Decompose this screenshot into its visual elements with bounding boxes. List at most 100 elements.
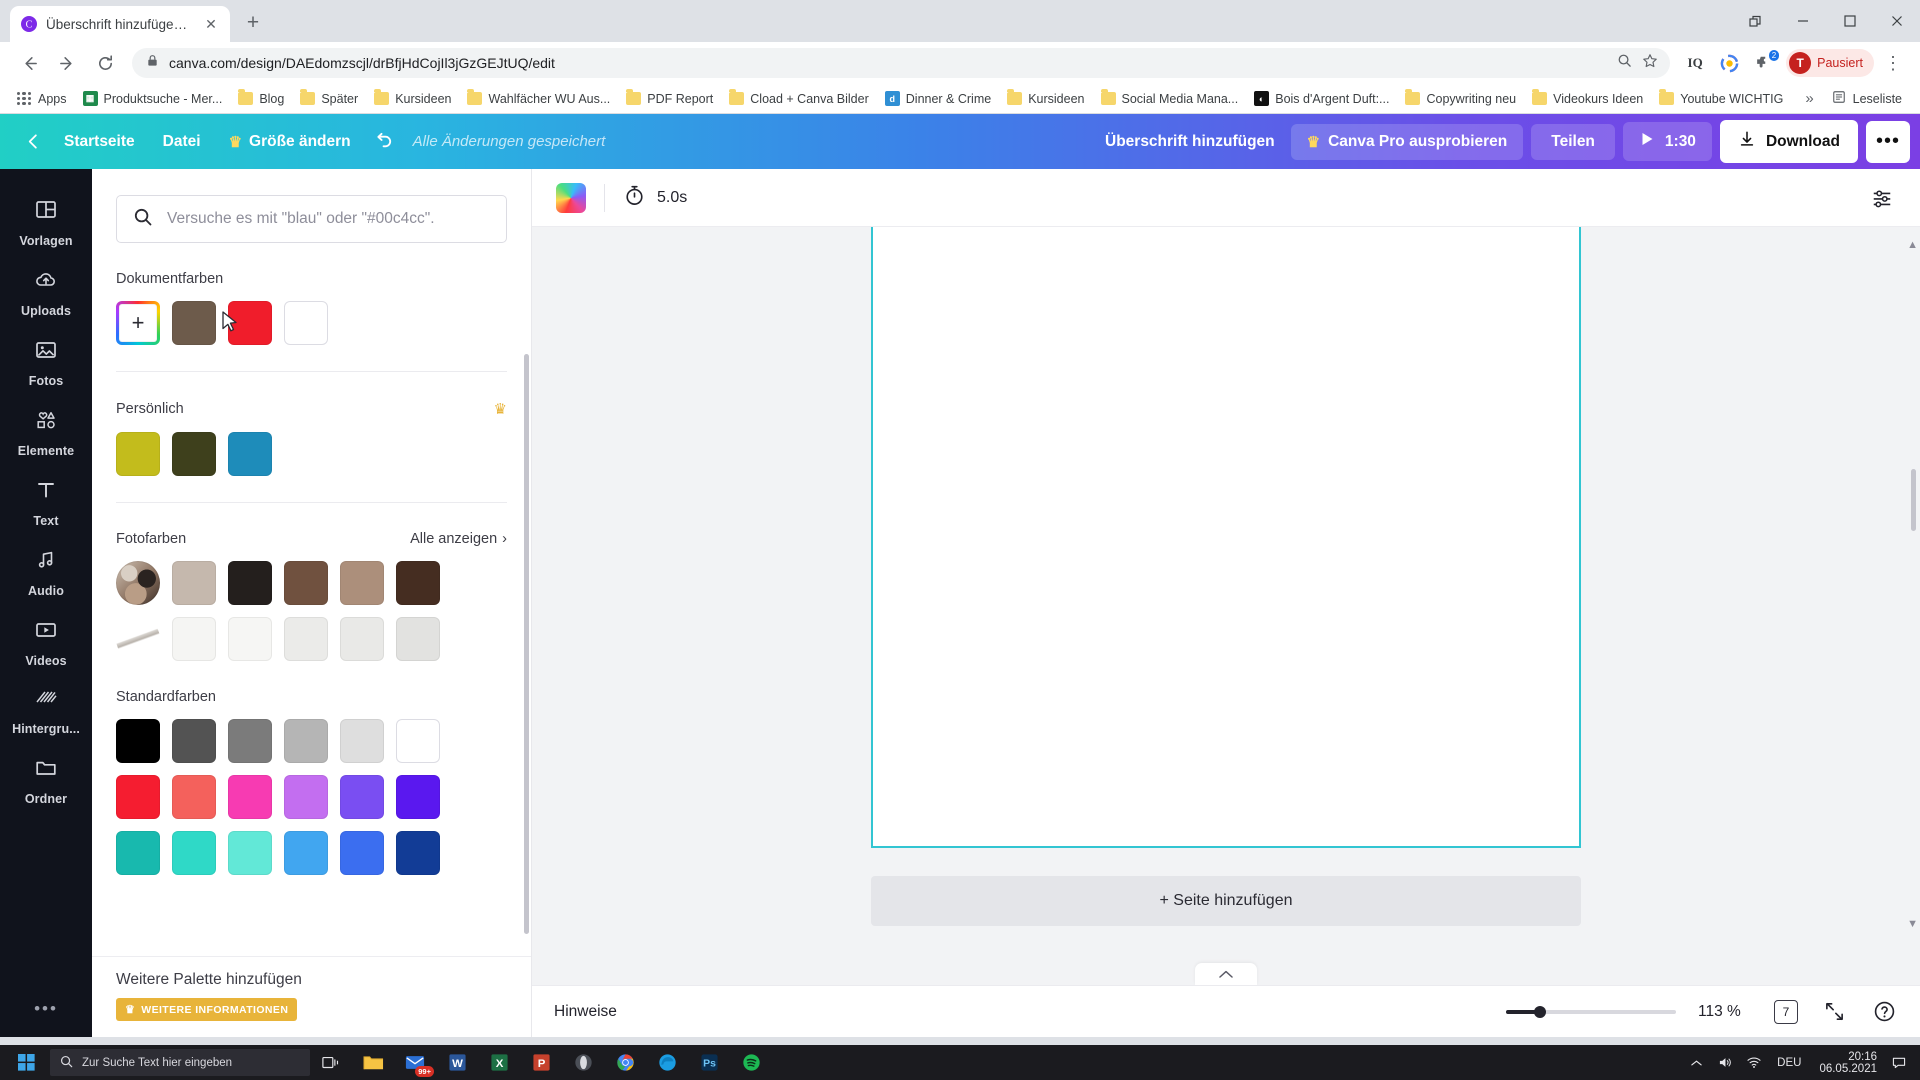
color-swatch[interactable]	[116, 831, 160, 875]
home-button[interactable]: Startseite	[50, 125, 149, 159]
resize-button[interactable]: ♛ Größe ändern	[215, 125, 365, 159]
spotify-icon[interactable]	[730, 1045, 772, 1080]
word-icon[interactable]: W	[436, 1045, 478, 1080]
language-indicator[interactable]: DEU	[1770, 1057, 1808, 1069]
zoom-slider-knob[interactable]	[1534, 1005, 1546, 1018]
sidebar-item-uploads[interactable]: Uploads	[0, 257, 92, 327]
powerpoint-icon[interactable]: P	[520, 1045, 562, 1080]
color-swatch[interactable]	[396, 561, 440, 605]
mail-icon[interactable]: 99+	[394, 1045, 436, 1080]
color-swatch[interactable]	[228, 831, 272, 875]
iq-extension-icon[interactable]: IQ	[1680, 48, 1710, 78]
color-swatch[interactable]	[172, 719, 216, 763]
forward-icon[interactable]	[50, 46, 84, 80]
edge-icon[interactable]	[646, 1045, 688, 1080]
present-button[interactable]: 1:30	[1622, 122, 1712, 161]
sidebar-item-hintergrund[interactable]: Hintergru...	[0, 677, 92, 745]
color-swatch[interactable]	[228, 775, 272, 819]
reload-icon[interactable]	[88, 46, 122, 80]
file-explorer-icon[interactable]	[352, 1045, 394, 1080]
bookmark-apps[interactable]: Apps	[10, 89, 74, 109]
duration-control[interactable]: 5.0s	[623, 184, 687, 212]
download-button[interactable]: Download	[1719, 120, 1858, 163]
clock[interactable]: 20:16 06.05.2021	[1811, 1051, 1885, 1075]
color-swatch[interactable]	[284, 831, 328, 875]
notes-button[interactable]: Hinweise	[554, 1003, 617, 1021]
color-swatch[interactable]	[396, 617, 440, 661]
search-zoom-icon[interactable]	[1617, 53, 1632, 73]
design-page[interactable]	[871, 227, 1581, 848]
puzzle-extension-icon[interactable]: 2	[1748, 48, 1780, 78]
reading-list-button[interactable]: Leseliste	[1824, 87, 1910, 110]
file-menu-button[interactable]: Datei	[149, 125, 215, 159]
tray-expand-icon[interactable]	[1683, 1045, 1709, 1080]
window-close-icon[interactable]	[1873, 0, 1920, 42]
color-swatch[interactable]	[340, 831, 384, 875]
color-swatch[interactable]	[116, 775, 160, 819]
scroll-up-arrow[interactable]: ▲	[1907, 239, 1918, 251]
colorful-extension-icon[interactable]	[1714, 48, 1744, 78]
page-count-button[interactable]: 7	[1774, 999, 1798, 1024]
color-swatch[interactable]	[172, 617, 216, 661]
color-swatch[interactable]	[340, 775, 384, 819]
scroll-down-arrow[interactable]: ▼	[1907, 918, 1918, 930]
show-all-button[interactable]: Alle anzeigen ›	[410, 531, 507, 547]
bookmark-bois-dargent[interactable]: ◐ Bois d'Argent Duft:...	[1247, 88, 1396, 109]
design-title-button[interactable]: Überschrift hinzufügen	[1089, 125, 1291, 159]
notification-icon[interactable]	[1888, 1045, 1910, 1080]
bookmarks-overflow-button[interactable]: »	[1797, 90, 1821, 107]
taskbar-search-box[interactable]: Zur Suche Text hier eingeben	[50, 1049, 310, 1076]
bookmark-cloud-canva-bilder[interactable]: Cload + Canva Bilder	[722, 89, 875, 109]
bookmark-kursideen-2[interactable]: Kursideen	[1000, 89, 1091, 109]
tab-close-icon[interactable]: ✕	[202, 15, 220, 33]
collapse-panel-button[interactable]	[1195, 963, 1257, 985]
color-swatch[interactable]	[172, 432, 216, 476]
color-swatch[interactable]	[172, 561, 216, 605]
color-swatch[interactable]	[340, 561, 384, 605]
help-circle-icon[interactable]	[1870, 998, 1898, 1026]
undo-arrow-icon[interactable]	[365, 125, 403, 159]
sidebar-item-vorlagen[interactable]: Vorlagen	[0, 187, 92, 257]
window-minimize-icon[interactable]	[1779, 0, 1826, 42]
sidebar-item-text[interactable]: Text	[0, 467, 92, 537]
color-swatch[interactable]	[396, 719, 440, 763]
color-swatch[interactable]	[284, 775, 328, 819]
bookmark-youtube[interactable]: Youtube WICHTIG	[1652, 89, 1790, 109]
sidebar-more-button[interactable]: •••	[34, 977, 58, 1037]
expand-icon[interactable]	[1820, 998, 1848, 1026]
add-color-swatch[interactable]: +	[116, 301, 160, 345]
bookmark-spaeter[interactable]: Später	[293, 89, 365, 109]
bookmark-dinner-crime[interactable]: d Dinner & Crime	[878, 88, 998, 109]
bookmark-videokurs[interactable]: Videokurs Ideen	[1525, 89, 1650, 109]
sidebar-item-ordner[interactable]: Ordner	[0, 745, 92, 815]
color-swatch[interactable]	[284, 617, 328, 661]
bookmark-social-media[interactable]: Social Media Mana...	[1094, 89, 1246, 109]
color-swatch[interactable]	[228, 301, 272, 345]
speaker-icon[interactable]	[1712, 1045, 1738, 1080]
bookmark-copywriting[interactable]: Copywriting neu	[1398, 89, 1523, 109]
canvas-scrollbar[interactable]	[1911, 469, 1916, 531]
color-swatch[interactable]	[116, 432, 160, 476]
sidebar-item-videos[interactable]: Videos	[0, 607, 92, 677]
bookmark-kursideen-1[interactable]: Kursideen	[367, 89, 458, 109]
chevron-left-icon[interactable]	[16, 125, 50, 159]
network-icon[interactable]	[1741, 1045, 1767, 1080]
bookmark-wahlfaecher[interactable]: Wahlfächer WU Aus...	[460, 89, 617, 109]
panel-scrollbar[interactable]	[524, 354, 529, 934]
address-bar[interactable]: canva.com/design/DAEdomzscjl/drBfjHdCojI…	[132, 48, 1671, 78]
chrome-menu-icon[interactable]: ⋮	[1878, 48, 1908, 78]
photo-thumbnail[interactable]	[116, 561, 160, 605]
more-options-button[interactable]: •••	[1866, 120, 1910, 163]
chrome-icon[interactable]	[604, 1045, 646, 1080]
color-swatch[interactable]	[228, 432, 272, 476]
photo-thumbnail[interactable]	[116, 617, 160, 661]
window-maximize-icon[interactable]	[1826, 0, 1873, 42]
rainbow-color-chip[interactable]	[556, 182, 586, 213]
window-restore-icon[interactable]	[1732, 0, 1779, 42]
sidebar-item-elemente[interactable]: Elemente	[0, 397, 92, 467]
color-swatch[interactable]	[284, 301, 328, 345]
bookmark-star-icon[interactable]	[1642, 53, 1658, 74]
bookmark-blog[interactable]: Blog	[231, 89, 291, 109]
color-swatch[interactable]	[396, 831, 440, 875]
color-swatch[interactable]	[284, 719, 328, 763]
